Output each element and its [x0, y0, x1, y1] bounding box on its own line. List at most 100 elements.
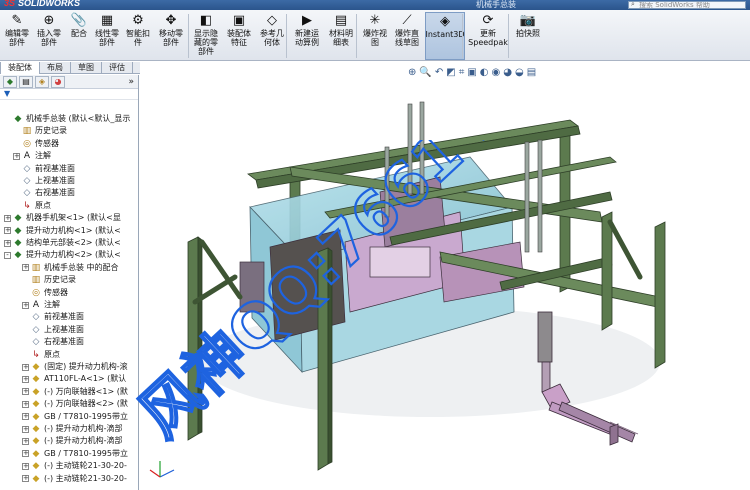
- ribbon-button-label: 智能扣 件: [126, 29, 150, 47]
- speedpak-icon: ⟳: [482, 12, 494, 28]
- linear-pattern-button[interactable]: ▦ 线性零 部件: [93, 12, 121, 60]
- mate-button[interactable]: 📎 配合: [68, 12, 90, 60]
- tree-item[interactable]: + ◆ 提升动力机构<1> (默认<: [4, 225, 121, 237]
- assembly-feature-button[interactable]: ▣ 装配体 特征: [225, 12, 253, 60]
- expand-toggle-icon[interactable]: +: [22, 425, 29, 433]
- tree-item[interactable]: + ◆ (-) 万向联轴器<1> (默: [22, 386, 128, 398]
- tree-item[interactable]: + ◆ GB / T7810-1995带立: [22, 411, 128, 423]
- ribbon-button-label: 线性零 部件: [95, 29, 119, 47]
- tree-item[interactable]: ◇ 上视基准面: [13, 175, 75, 187]
- tree-item[interactable]: ▥ 历史记录: [22, 274, 76, 286]
- help-search-input[interactable]: ⌕ 搜索 SolidWorks 帮助: [628, 1, 746, 9]
- expand-toggle-icon[interactable]: +: [13, 152, 20, 160]
- expand-toggle-icon[interactable]: +: [22, 437, 29, 445]
- edit-component-button[interactable]: ✎ 编辑零 部件: [3, 12, 31, 60]
- expand-toggle-icon[interactable]: +: [22, 475, 29, 483]
- view-orientation-icon[interactable]: ▣: [467, 67, 476, 78]
- expand-toggle-icon[interactable]: +: [22, 264, 29, 272]
- insert-component-button[interactable]: ⊕ 插入零 部件: [33, 12, 65, 60]
- edit-appearance-icon[interactable]: ◕: [503, 67, 512, 78]
- subassembly-icon: ◆: [14, 213, 22, 224]
- expand-toggle-icon[interactable]: +: [22, 363, 29, 371]
- expand-toggle-icon[interactable]: +: [4, 214, 11, 222]
- part-icon: ◆: [32, 386, 40, 397]
- panel-expand-icon[interactable]: »: [128, 77, 134, 87]
- tree-item[interactable]: ◎ 传感器: [22, 287, 68, 299]
- tree-item[interactable]: ◇ 上视基准面: [22, 324, 84, 336]
- tree-item[interactable]: + ◆ 结构单元部装<2> (默认<: [4, 237, 121, 249]
- explode-line-sketch-button[interactable]: ⟋ 爆炸直 线草图: [391, 12, 423, 60]
- tree-item[interactable]: + ◆ AT110FL-A<1> (默认: [22, 373, 126, 385]
- expand-toggle-icon[interactable]: +: [22, 301, 29, 309]
- tab-3[interactable]: 评估: [101, 62, 133, 74]
- expand-toggle-icon[interactable]: +: [22, 388, 29, 396]
- expand-toggle-icon[interactable]: +: [22, 413, 29, 421]
- subassembly-icon: ◆: [14, 250, 22, 261]
- expand-toggle-icon[interactable]: +: [22, 400, 29, 408]
- tree-item[interactable]: ◆ 机械手总装 (默认<默认_显示: [4, 113, 131, 125]
- zoom-to-area-icon[interactable]: 🔍: [419, 67, 431, 78]
- mate-icon: 📎: [70, 12, 88, 28]
- tree-item-label: 机械手总装 中的配合: [44, 262, 119, 272]
- tree-item[interactable]: ◇ 前视基准面: [13, 163, 75, 175]
- configuration-manager-tab-icon[interactable]: ◈: [35, 75, 49, 88]
- tree-item-label: (-) 提升动力机构-滴部: [44, 436, 123, 446]
- exploded-view-button[interactable]: ✳ 爆炸视 图: [361, 12, 389, 60]
- zoom-to-fit-icon[interactable]: ⊕: [408, 67, 416, 78]
- reference-geometry-button[interactable]: ◇ 参考几 何体: [256, 12, 288, 60]
- section-view-icon[interactable]: ◩: [446, 67, 455, 78]
- tree-item[interactable]: + ◆ (-) 提升动力机构-滴部: [22, 435, 123, 447]
- show-hidden-button[interactable]: ◧ 显示隐 藏的零 部件: [190, 12, 222, 60]
- tree-item[interactable]: + ◆ (-) 主动链轮21-30-20-: [22, 460, 127, 472]
- tree-item[interactable]: + ◆ (固定) 提升动力机构-滚: [22, 361, 128, 373]
- display-style-icon[interactable]: ◐: [480, 67, 489, 78]
- ribbon-button-label: 材料明 细表: [329, 29, 353, 47]
- solidworks-logo[interactable]: 3S SOLIDWORKS: [4, 0, 80, 8]
- feature-tree-tab-icon[interactable]: ◆: [3, 75, 17, 88]
- tree-item[interactable]: + ◆ (-) 万向联轴器<2> (默: [22, 398, 128, 410]
- tree-filter-icon[interactable]: ▼: [0, 89, 138, 100]
- tree-item[interactable]: + ◆ (-) 提升动力机构-滴部: [22, 423, 123, 435]
- tree-item[interactable]: + A 注解: [13, 150, 51, 162]
- tree-item[interactable]: + A 注解: [22, 299, 60, 311]
- expand-toggle-icon[interactable]: +: [22, 450, 29, 458]
- tab-0[interactable]: 装配体: [0, 62, 40, 74]
- bom-icon: ▤: [334, 12, 348, 28]
- speedpak-button[interactable]: ⟳ 更新 Speedpak: [468, 12, 508, 60]
- tree-item[interactable]: ◇ 右视基准面: [22, 336, 84, 348]
- bom-button[interactable]: ▤ 材料明 细表: [326, 12, 356, 60]
- tree-item[interactable]: ▥ 历史记录: [13, 125, 67, 137]
- property-manager-tab-icon[interactable]: ▤: [19, 75, 33, 88]
- expand-toggle-icon[interactable]: +: [4, 227, 11, 235]
- tree-item[interactable]: + ◆ 机器手机架<1> (默认<显: [4, 212, 121, 224]
- tree-item[interactable]: + ▥ 机械手总装 中的配合: [22, 262, 119, 274]
- tree-item[interactable]: ◎ 传感器: [13, 138, 59, 150]
- graphics-viewport[interactable]: [140, 62, 750, 490]
- motion-study-button[interactable]: ▶ 新建运 动算例: [291, 12, 323, 60]
- tree-item[interactable]: + ◆ (-) 主动链轮21-30-20-: [22, 473, 127, 485]
- smart-fastener-button[interactable]: ⚙ 智能扣 件: [124, 12, 152, 60]
- expand-toggle-icon[interactable]: +: [22, 462, 29, 470]
- tab-2[interactable]: 草图: [70, 62, 102, 74]
- tree-item[interactable]: + ◆ GB / T7810-1995带立: [22, 448, 128, 460]
- tab-1[interactable]: 布局: [39, 62, 71, 74]
- previous-view-icon[interactable]: ↶: [435, 67, 443, 78]
- apply-scene-icon[interactable]: ◒: [515, 67, 524, 78]
- tree-item-label: GB / T7810-1995带立: [44, 411, 128, 421]
- view-settings-icon[interactable]: ▤: [527, 67, 536, 78]
- expand-toggle-icon[interactable]: +: [4, 239, 11, 247]
- expand-toggle-icon[interactable]: -: [4, 251, 11, 259]
- expand-toggle-icon[interactable]: +: [22, 375, 29, 383]
- plane-icon: ◇: [32, 337, 40, 348]
- dynamic-annotation-icon[interactable]: ⌗: [459, 67, 465, 78]
- tree-item[interactable]: ◇ 右视基准面: [13, 187, 75, 199]
- display-manager-tab-icon[interactable]: ◕: [51, 75, 65, 88]
- tree-item[interactable]: ↳ 原点: [13, 200, 51, 212]
- move-component-button[interactable]: ✥ 移动零 部件: [155, 12, 187, 60]
- instant3d-button[interactable]: ◈ Instant3D: [425, 12, 465, 60]
- snapshot-button[interactable]: 📷 拍快照: [513, 12, 543, 60]
- tree-item[interactable]: ↳ 原点: [22, 349, 60, 361]
- hide-show-icon[interactable]: ◉: [492, 67, 501, 78]
- tree-item[interactable]: ◇ 前视基准面: [22, 311, 84, 323]
- tree-item[interactable]: - ◆ 提升动力机构<2> (默认<: [4, 249, 121, 261]
